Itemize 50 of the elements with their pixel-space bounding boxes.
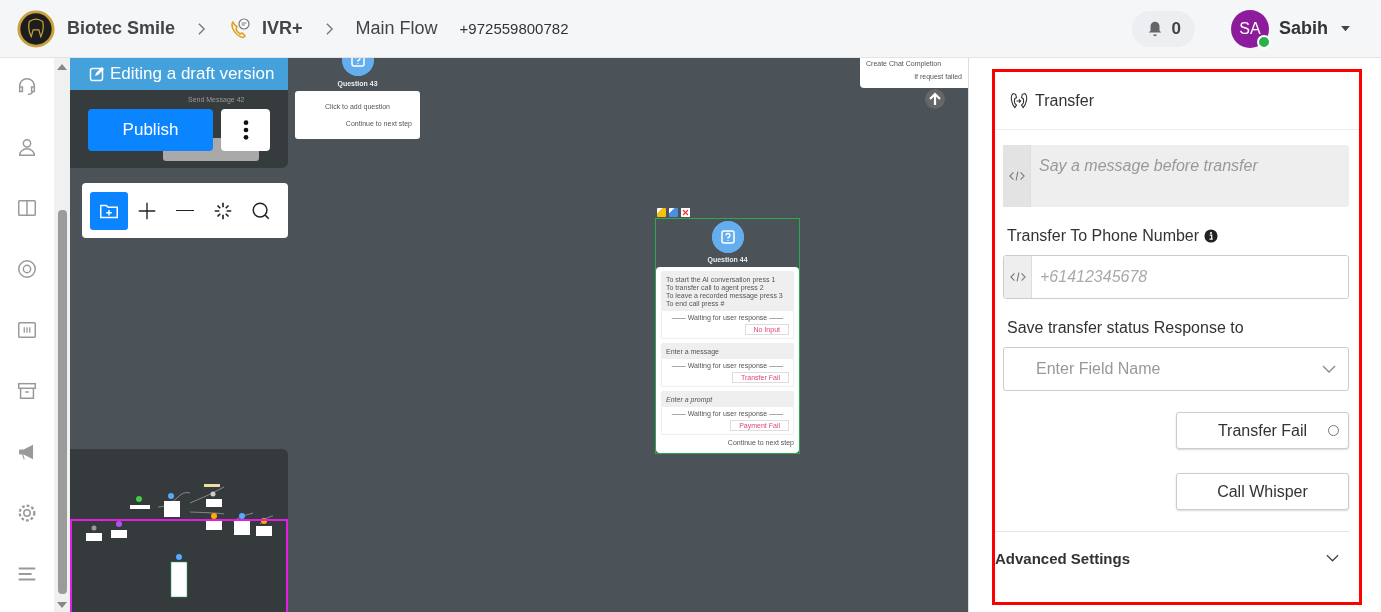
- question-node[interactable]: [655, 218, 800, 454]
- banner-text: Editing a draft version: [110, 64, 275, 84]
- user-name[interactable]: Sabih: [1279, 18, 1328, 39]
- field-label: Save transfer status Response to: [1007, 319, 1244, 337]
- headset-icon[interactable]: [16, 75, 38, 97]
- phone-number: +972559800782: [459, 20, 569, 37]
- columns-icon[interactable]: [16, 197, 38, 219]
- scroll-down-arrow-icon[interactable]: [57, 602, 67, 608]
- scrollbar[interactable]: [54, 58, 70, 612]
- exit-button[interactable]: Transfer Fail: [1176, 412, 1349, 449]
- notifications-button[interactable]: 0: [1131, 10, 1195, 47]
- publish-button[interactable]: Publish: [88, 109, 213, 151]
- minimap-viewport[interactable]: [70, 519, 288, 612]
- more-icon: [242, 120, 249, 140]
- breadcrumb[interactable]: IVR+: [262, 18, 303, 39]
- more-options-button[interactable]: [221, 109, 270, 151]
- grid-icon[interactable]: [16, 319, 38, 341]
- question-icon: [711, 221, 744, 253]
- scroll-up-button[interactable]: [925, 89, 945, 109]
- caret-icon[interactable]: [1340, 25, 1351, 32]
- edit-icon: [89, 66, 105, 82]
- info-icon[interactable]: [1204, 229, 1219, 243]
- settings-icon[interactable]: [16, 502, 38, 524]
- advanced-settings-toggle[interactable]: Advanced Settings: [995, 531, 1349, 584]
- breadcrumb[interactable]: Biotec Smile: [67, 18, 176, 39]
- code-icon: [1009, 271, 1026, 283]
- copy-icon[interactable]: [657, 208, 666, 217]
- add-folder-button[interactable]: [90, 191, 128, 230]
- minimap[interactable]: [70, 449, 288, 612]
- code-icon: [1008, 170, 1025, 182]
- lifebuoy-icon[interactable]: [16, 258, 38, 280]
- chevron-down-icon: [1326, 554, 1339, 562]
- person-icon[interactable]: [16, 136, 38, 158]
- logo-icon: [17, 9, 55, 48]
- scroll-up-arrow-icon[interactable]: [57, 64, 67, 70]
- chevron-right-icon: [324, 21, 334, 36]
- panel-title: Transfer: [1035, 91, 1094, 110]
- flow-canvas[interactable]: [70, 58, 968, 612]
- phone-chat-icon: [228, 16, 253, 41]
- duplicate-icon[interactable]: [669, 208, 678, 217]
- breadcrumb[interactable]: Main Flow: [355, 18, 438, 39]
- close-icon[interactable]: [681, 208, 690, 217]
- archive-icon[interactable]: [16, 380, 38, 402]
- transfer-call-icon: [1009, 90, 1029, 111]
- chevron-right-icon: [197, 21, 207, 36]
- user-avatar[interactable]: SA: [1231, 9, 1269, 48]
- exit-button[interactable]: Call Whisper: [1176, 473, 1349, 510]
- chevron-down-icon: [1322, 365, 1336, 373]
- minus-icon: [176, 209, 194, 212]
- field-label: Transfer To Phone Number: [1007, 227, 1200, 245]
